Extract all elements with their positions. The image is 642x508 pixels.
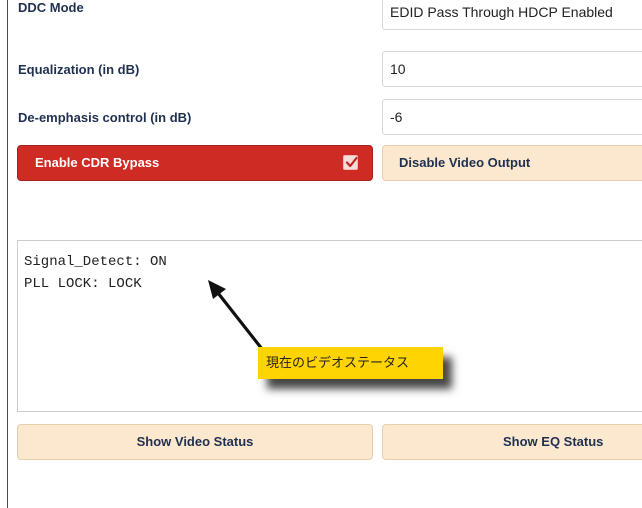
ddc-mode-label: DDC Mode — [18, 0, 84, 15]
enable-cdr-bypass-label: Enable CDR Bypass — [35, 155, 160, 170]
show-eq-status-button[interactable]: Show EQ Status — [382, 424, 642, 460]
status-output: Signal_Detect: ON PLL LOCK: LOCK — [17, 240, 642, 412]
show-video-status-button[interactable]: Show Video Status — [17, 424, 373, 460]
status-line-signal-detect: Signal_Detect: ON — [24, 254, 167, 270]
annotation-callout: 現在のビデオステータス — [258, 347, 443, 379]
disable-video-output-button[interactable]: Disable Video Output — [382, 145, 642, 181]
deemphasis-input[interactable]: -6 — [382, 99, 642, 135]
deemphasis-label: De-emphasis control (in dB) — [18, 110, 192, 125]
window-left-border — [7, 0, 8, 508]
cdr-bypass-checkbox[interactable] — [343, 155, 358, 170]
equalization-label: Equalization (in dB) — [18, 62, 140, 77]
checkmark-icon — [345, 156, 358, 168]
ddc-mode-select[interactable]: EDID Pass Through HDCP Enabled — [382, 0, 642, 30]
status-line-pll-lock: PLL LOCK: LOCK — [24, 276, 142, 292]
annotation-arrow-icon — [208, 280, 264, 351]
enable-cdr-bypass-button[interactable]: Enable CDR Bypass — [17, 145, 373, 181]
equalization-input[interactable]: 10 — [382, 51, 642, 87]
